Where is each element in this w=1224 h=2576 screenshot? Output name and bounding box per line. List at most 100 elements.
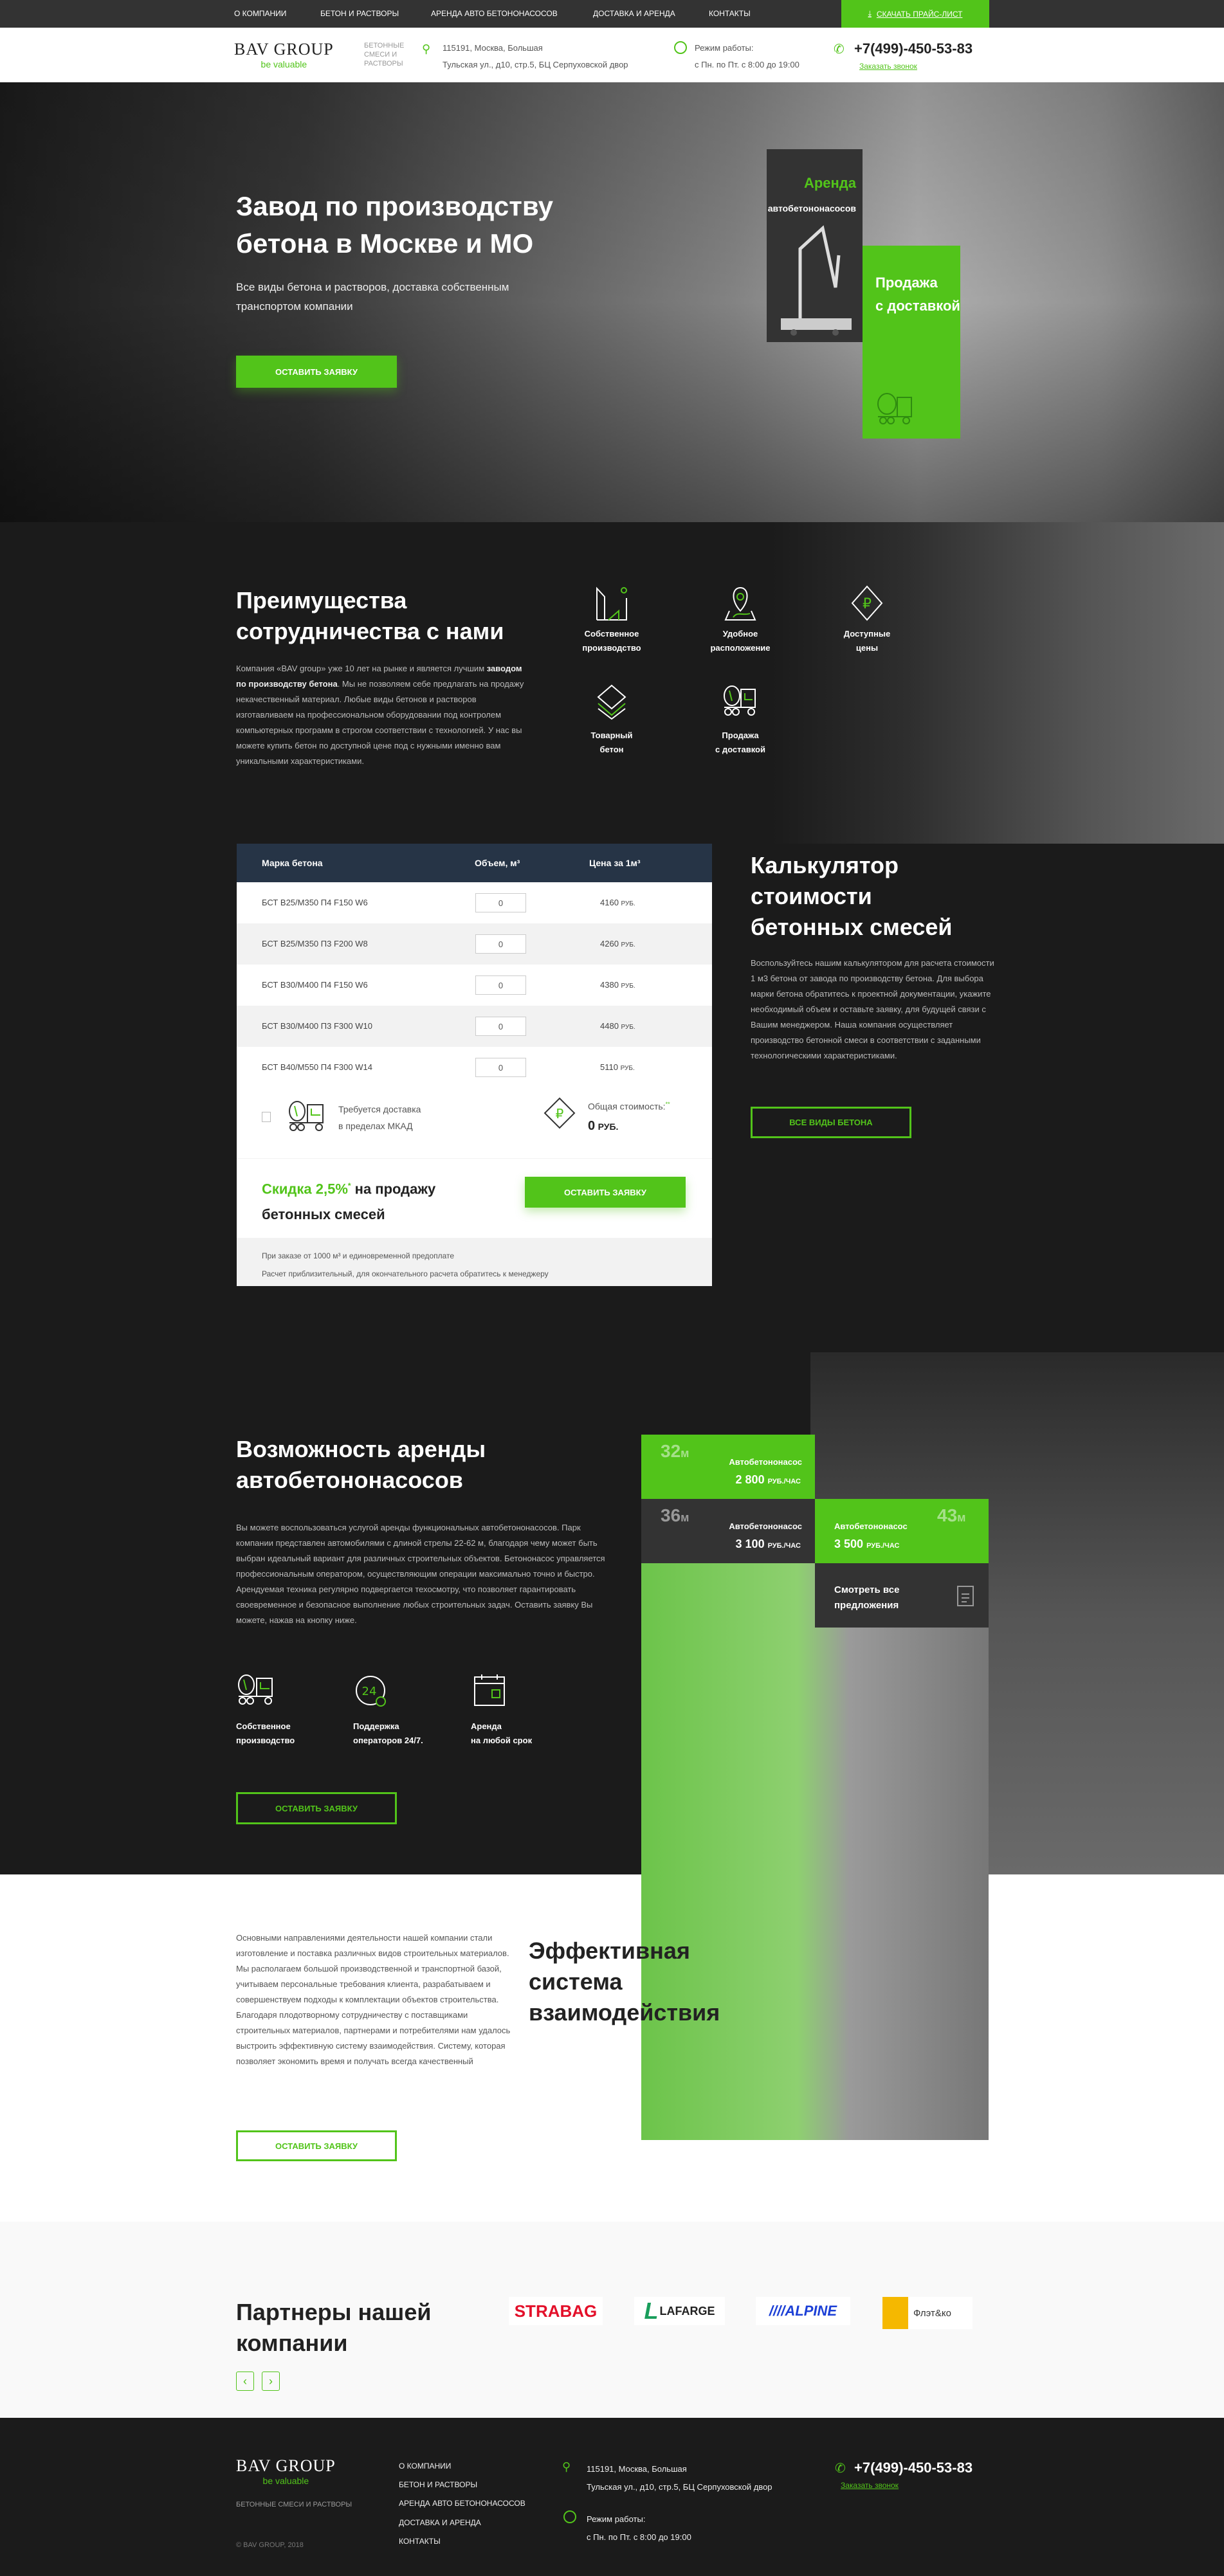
price: 2 800 <box>735 1473 765 1486</box>
advantage-label: Товарный бетон <box>554 729 670 757</box>
partner-logo-flat[interactable]: Флэт&ко <box>882 2297 973 2329</box>
unit: РУБ. <box>621 900 635 907</box>
alpine-stripes: //// <box>769 2303 785 2319</box>
footer-nav-delivery[interactable]: Доставка и аренда <box>399 2518 481 2527</box>
lafarge-l-mark: L <box>644 2298 659 2324</box>
system-title-line: система <box>529 1968 623 1995</box>
discount-block: Скидка 2,5%* на продажу бетонных смесей О… <box>237 1159 712 1237</box>
price: 3 100 <box>735 1537 765 1550</box>
calculator-title: Калькулятор стоимости бетонных смесей <box>751 850 953 943</box>
support-24-7-icon: 24 <box>356 1676 386 1707</box>
text-part: . Мы не позволяем себе предлагать на про… <box>236 679 524 766</box>
rental-text: Вы можете воспользоваться услугой аренды… <box>236 1523 605 1625</box>
volume-input[interactable] <box>475 893 526 912</box>
volume-input[interactable] <box>475 1058 526 1077</box>
order-call-link[interactable]: Заказать звонок <box>859 62 917 71</box>
banner-sale-delivery[interactable]: Продажа с доставкой <box>863 246 960 439</box>
nav-about[interactable]: О компании <box>234 9 286 18</box>
partner-logo-alpine[interactable]: ////ALPINE <box>756 2297 850 2325</box>
rental-feature: Аренда на любой срок <box>471 1719 532 1748</box>
pump-card-43[interactable]: Автобетононасос 3 500 РУБ./ЧАС 43м <box>815 1499 989 1563</box>
address-line: 115191, Москва, Большая <box>587 2464 687 2474</box>
nav-pump-rental[interactable]: Аренда авто бетононасосов <box>431 9 558 18</box>
logo-text: BAV GROUP <box>236 2456 336 2475</box>
hero-request-button[interactable]: Оставить заявку <box>236 356 397 388</box>
calc-request-button[interactable]: Оставить заявку <box>525 1177 686 1208</box>
footnote: Расчет приблизительный, для окончательно… <box>262 1269 549 1278</box>
ruble-diamond-icon: ₽ <box>543 1097 576 1129</box>
concrete-pump-truck-icon <box>781 225 852 336</box>
partners-title-line: Партнеры нашей <box>236 2299 432 2325</box>
footer-nav-concrete[interactable]: Бетон и растворы <box>399 2480 477 2489</box>
logo[interactable]: BAV GROUP be valuable <box>234 40 334 69</box>
rental-request-button[interactable]: Оставить заявку <box>236 1792 397 1824</box>
header-hours: Режим работы: с Пн. по Пт. с 8:00 до 19:0… <box>695 40 799 73</box>
mixer-truck-icon <box>289 1101 324 1131</box>
partners-next-button[interactable]: › <box>262 2372 280 2391</box>
total-mark: ** <box>665 1101 670 1107</box>
delivery-checkbox[interactable] <box>262 1112 271 1122</box>
nav-concrete[interactable]: Бетон и растворы <box>320 9 399 18</box>
footer-nav-contacts[interactable]: Контакты <box>399 2537 441 2546</box>
partners-prev-button[interactable]: ‹ <box>236 2372 254 2391</box>
calc-title-line: стоимости <box>751 883 872 909</box>
unit: РУБ. <box>621 1024 635 1031</box>
map-location-icon <box>724 586 756 621</box>
address-line: 115191, Москва, Большая <box>443 43 543 53</box>
nav-delivery[interactable]: Доставка и аренда <box>593 9 675 18</box>
all-concrete-button[interactable]: Все виды бетона <box>751 1107 911 1138</box>
discount-value: Скидка 2,5% <box>262 1181 348 1197</box>
unit: м <box>681 1447 690 1460</box>
logo-text: ALPINE <box>785 2303 837 2319</box>
footer-order-call-link[interactable]: Заказать звонок <box>841 2481 899 2490</box>
partners-section <box>0 2222 1224 2418</box>
hero-title: Завод по производству бетона в Москве и М… <box>236 188 553 262</box>
tagline-line: РАСТВОРЫ <box>364 60 403 68</box>
table-row: БСТ В40/М550 П4 F300 W14 5110 РУБ. <box>237 1047 712 1088</box>
header-phone[interactable]: +7(499)-450-53-83 <box>854 41 973 57</box>
flat-logo-mark <box>882 2297 908 2329</box>
grade: БСТ В30/М400 П4 F150 W6 <box>262 980 368 990</box>
feature-line: производство <box>236 1736 295 1745</box>
footer-nav-about[interactable]: О компании <box>399 2462 451 2471</box>
table-row: БСТ В30/М400 П3 F300 W10 4480 РУБ. <box>237 1006 712 1047</box>
unit: РУБ. <box>620 1065 635 1072</box>
layers-icon <box>597 684 626 720</box>
partner-logo-strabag[interactable]: STRABAG <box>509 2297 603 2325</box>
unit: м <box>957 1511 966 1524</box>
tagline-line: СМЕСИ И <box>364 51 397 59</box>
label-line: Товарный <box>590 730 633 740</box>
volume-input[interactable] <box>475 1017 526 1036</box>
pump-card-36[interactable]: 36м Автобетононасос 3 100 РУБ./ЧАС <box>641 1499 815 1563</box>
download-price-list-button[interactable]: ⤓ Скачать прайс-лист <box>841 0 989 28</box>
system-request-button[interactable]: Оставить заявку <box>236 2130 397 2161</box>
all-offers-button[interactable]: Смотреть все предложения <box>815 1563 989 1628</box>
volume-input[interactable] <box>475 975 526 995</box>
delivery-line: в пределах МКАД <box>338 1121 413 1131</box>
svg-text:₽: ₽ <box>863 596 872 612</box>
feature-line: Поддержка <box>353 1721 399 1731</box>
grade: БСТ В40/М550 П4 F300 W14 <box>262 1062 372 1072</box>
banner-pump-rental[interactable]: Аренда автобетононасосов <box>767 149 863 342</box>
nav-contacts[interactable]: Контакты <box>709 9 751 18</box>
feature-line: Собственное <box>236 1721 291 1731</box>
clock-icon <box>674 41 687 54</box>
price: 4260 <box>600 939 619 948</box>
total-unit: РУБ. <box>598 1121 619 1132</box>
pump-name: Автобетононасос <box>729 1521 802 1531</box>
price: 4480 <box>600 1021 619 1031</box>
delivery-line: Требуется доставка <box>338 1104 421 1114</box>
partner-logo-lafarge[interactable]: L LAFARGE <box>634 2297 725 2325</box>
pump-card-32[interactable]: 32м Автобетононасос 2 800 РУБ./ЧАС <box>641 1435 815 1499</box>
footer-nav-pump-rental[interactable]: Аренда авто бетононасосов <box>399 2499 525 2508</box>
banner-sale-line: с доставкой <box>875 298 960 314</box>
banner-rent-sub: автобетононасосов <box>767 203 856 213</box>
volume-input[interactable] <box>475 934 526 954</box>
footer-phone[interactable]: +7(499)-450-53-83 <box>854 2460 973 2476</box>
hours-line: с Пн. по Пт. с 8:00 до 19:00 <box>587 2532 691 2542</box>
location-pin-icon: ⚲ <box>422 42 431 55</box>
footer-logo[interactable]: BAV GROUP be valuable <box>236 2456 336 2486</box>
plant-photo-background <box>772 522 1224 844</box>
calculator-text: Воспользуйтесь нашим калькулятором для р… <box>751 958 994 1060</box>
ruble-diamond-icon: ₽ <box>851 585 883 621</box>
